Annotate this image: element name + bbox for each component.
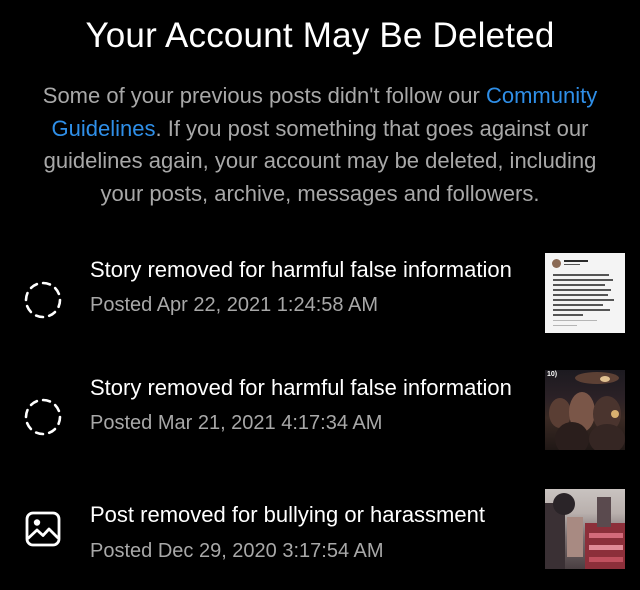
item-label: Story removed for harmful false informat…	[90, 257, 512, 282]
item-date: Posted Mar 21, 2021 4:17:34 AM	[90, 412, 383, 434]
removed-content-item[interactable]: Post removed for bullying or harassment …	[0, 488, 640, 570]
page-title: Your Account May Be Deleted	[85, 16, 555, 55]
item-label: Story removed for harmful false informat…	[90, 375, 512, 400]
thumbnail-line	[553, 320, 597, 321]
thumbnail-figure	[597, 497, 611, 527]
thumbnail-figure	[567, 517, 583, 557]
removed-content-item[interactable]: Story removed for harmful false informat…	[0, 370, 640, 470]
story-ring-icon	[22, 396, 64, 438]
item-label: Post removed for bullying or harassment	[90, 502, 485, 527]
thumbnail-caption: 10)	[547, 371, 558, 378]
thumbnail-line	[553, 299, 614, 301]
thumbnail-avatar	[552, 259, 561, 268]
warning-description: Some of your previous posts didn't follo…	[22, 80, 618, 210]
story-thumbnail[interactable]: 10)	[545, 370, 625, 450]
thumbnail-line	[553, 309, 610, 311]
thumbnail-figure	[589, 424, 625, 450]
thumbnail-line	[553, 284, 605, 286]
item-text: Post removed for bullying or harassment …	[90, 501, 520, 563]
item-text: Story removed for harmful false informat…	[90, 256, 520, 317]
thumbnail-line	[553, 325, 577, 326]
thumbnail-line	[553, 304, 603, 306]
thumbnail-line	[553, 279, 613, 281]
thumbnail-shelf	[589, 557, 623, 562]
description-text-start: Some of your previous posts didn't follo…	[42, 83, 486, 108]
image-icon	[22, 508, 64, 550]
thumbnail-figure	[555, 422, 589, 450]
thumbnail-line	[553, 294, 608, 296]
item-date: Posted Dec 29, 2020 3:17:54 AM	[90, 540, 384, 562]
thumbnail-line	[564, 260, 588, 262]
item-text: Story removed for harmful false informat…	[90, 374, 520, 435]
thumbnail-shelf	[589, 545, 623, 550]
thumbnail-line	[553, 289, 611, 291]
item-date: Posted Apr 22, 2021 1:24:58 AM	[90, 294, 378, 316]
thumbnail-light	[600, 376, 610, 382]
thumbnail-light	[611, 410, 619, 418]
thumbnail-line	[553, 274, 609, 276]
removed-content-item[interactable]: Story removed for harmful false informat…	[0, 252, 640, 352]
thumbnail-line	[553, 314, 583, 316]
story-ring-icon	[22, 279, 64, 321]
post-thumbnail[interactable]	[545, 489, 625, 569]
thumbnail-figure	[553, 493, 575, 515]
thumbnail-line	[564, 264, 580, 265]
thumbnail-light	[575, 372, 619, 384]
thumbnail-shelf	[589, 533, 623, 538]
story-thumbnail[interactable]	[545, 253, 625, 333]
